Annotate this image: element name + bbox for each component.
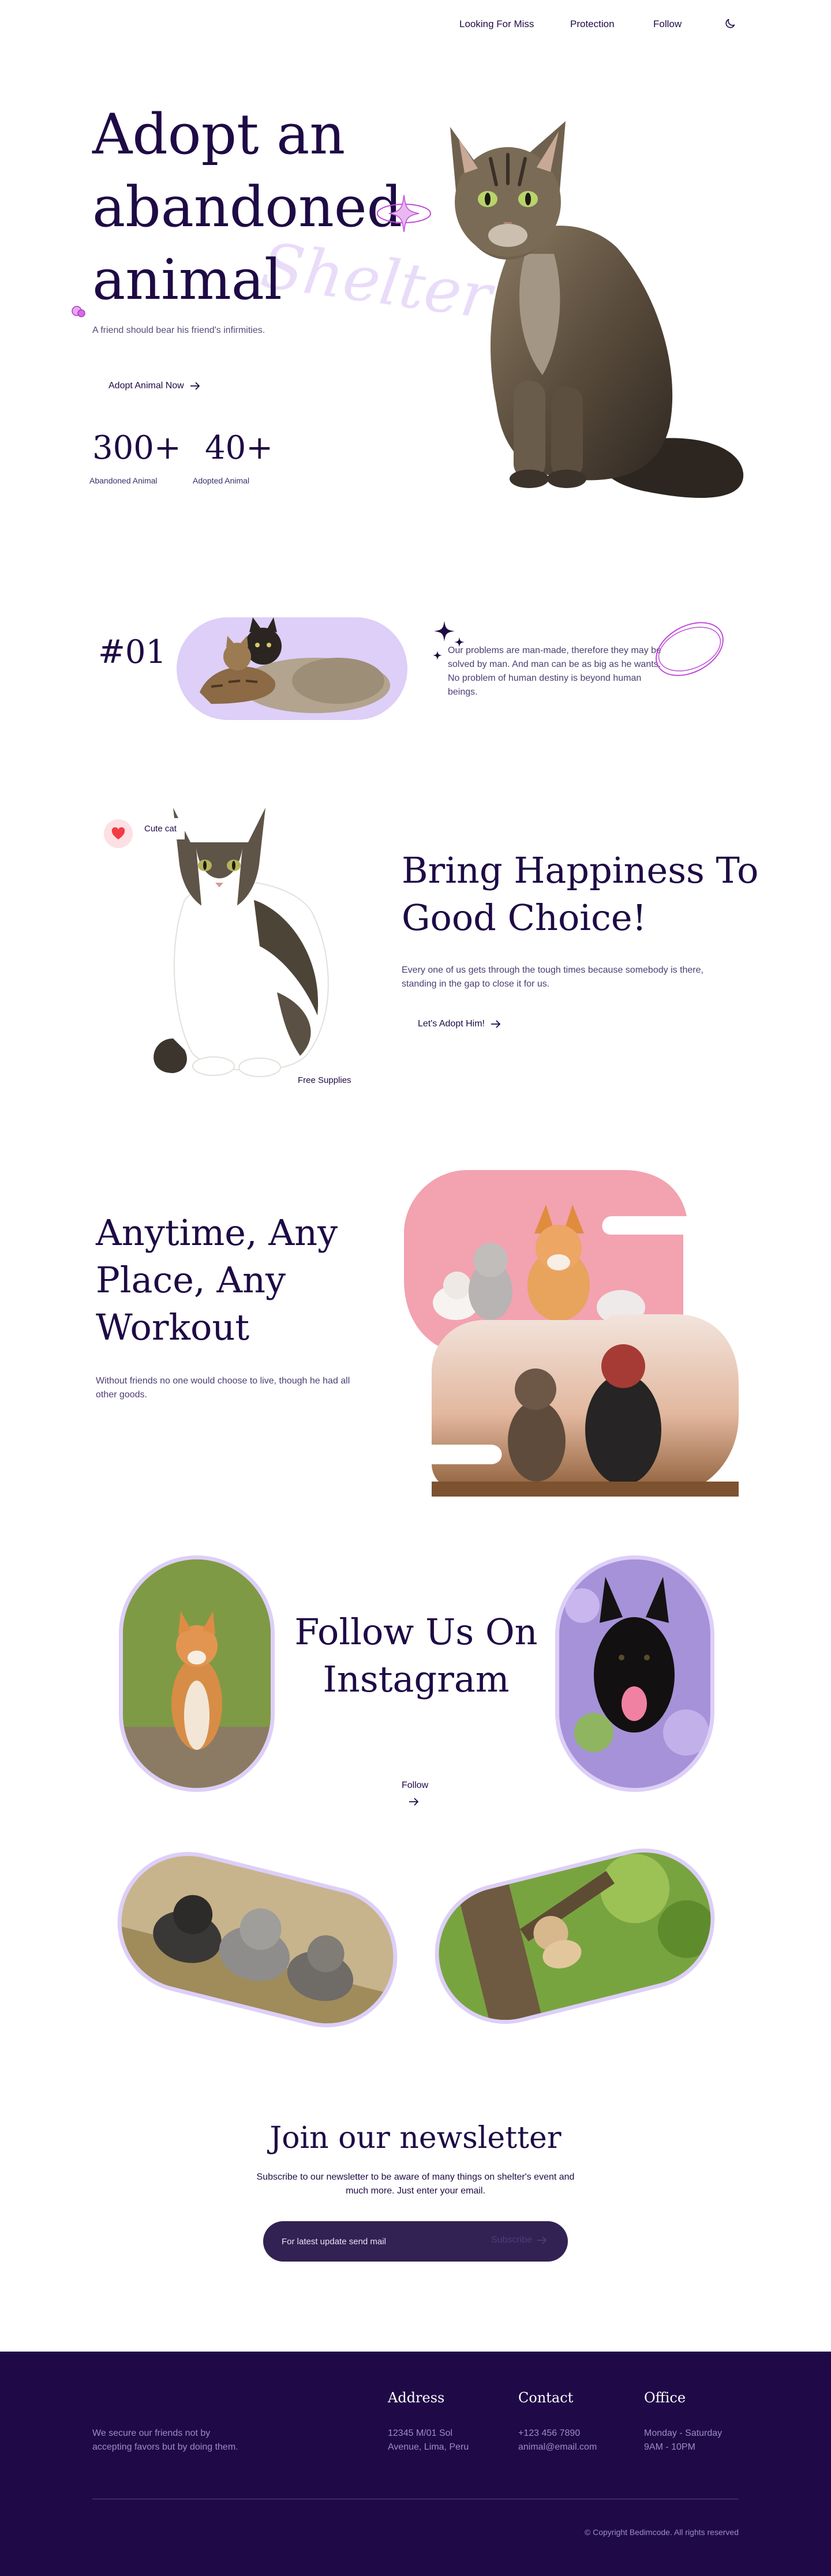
- ring-decoration-icon: [656, 622, 724, 676]
- nav-link-protection[interactable]: Protection: [570, 18, 615, 30]
- hero-title-line: animal: [92, 248, 282, 312]
- footer-contact-text: +123 456 7890 animal@email.com: [518, 2427, 597, 2454]
- instagram-corgi-image[interactable]: [119, 1555, 275, 1792]
- hero-title-line: Adopt an: [92, 102, 346, 167]
- footer-office-title: Office: [644, 2390, 686, 2406]
- footer-address-line: Avenue, Lima, Peru: [388, 2442, 469, 2452]
- free-supplies-tag: Free Supplies: [290, 1070, 360, 1091]
- adopt-him-button[interactable]: Let's Adopt Him!: [418, 1019, 501, 1029]
- heart-icon: [111, 827, 125, 839]
- cats-together-image: [177, 617, 407, 720]
- arrow-right-icon: [491, 1020, 501, 1028]
- instagram-kittens-image[interactable]: [102, 1837, 413, 2042]
- instagram-tree-cat-image[interactable]: [420, 1833, 730, 2039]
- hero-cat-image: [450, 121, 744, 498]
- newsletter-form: Subscribe: [263, 2221, 568, 2262]
- footer-address-text: 12345 M/01 Sol Avenue, Lima, Peru: [388, 2427, 469, 2454]
- footer-contact-title: Contact: [518, 2390, 574, 2406]
- follow-link[interactable]: Follow: [402, 1780, 428, 1791]
- arrow-right-icon[interactable]: [409, 1798, 419, 1806]
- happiness-text: Every one of us gets through the tough t…: [402, 965, 703, 989]
- adopt-him-label: Let's Adopt Him!: [418, 1019, 485, 1029]
- adopt-animal-label: Adopt Animal Now: [108, 381, 184, 391]
- section-one-text: Our problems are man-made, therefore the…: [448, 646, 661, 697]
- white-cat-image: [154, 808, 329, 1077]
- footer-address-line: 12345 M/01 Sol: [388, 2428, 453, 2438]
- instagram-dog-image[interactable]: [555, 1555, 714, 1792]
- subscribe-label: Subscribe: [491, 2235, 532, 2245]
- stat-adopted-value: 40+: [205, 429, 274, 467]
- chat-bubble-icon: [72, 306, 85, 317]
- workout-title: Anytime, Any Place, Any Workout: [96, 1212, 338, 1348]
- arrow-right-icon: [537, 2236, 547, 2244]
- stat-abandoned-value: 300+: [92, 429, 181, 467]
- footer-phone[interactable]: +123 456 7890: [518, 2427, 597, 2440]
- sparkle-ring-icon: [377, 194, 431, 233]
- workout-text: Without friends no one would choose to l…: [96, 1376, 350, 1400]
- nav-link-looking-for-miss[interactable]: Looking For Miss: [459, 18, 534, 30]
- footer-copyright: © Copyright Bedimcode. All rights reserv…: [584, 2528, 739, 2537]
- subscribe-button[interactable]: Subscribe: [491, 2235, 547, 2245]
- footer: We secure our friends not by accepting f…: [0, 2352, 831, 2576]
- happiness-title: Bring Happiness To Good Choice!: [402, 849, 759, 939]
- pets-collage-image: [404, 1170, 739, 1497]
- newsletter-title: Join our newsletter: [269, 2121, 562, 2155]
- hero-subtitle: A friend should bear his friend's infirm…: [92, 325, 265, 335]
- footer-about-text: We secure our friends not by accepting f…: [92, 2428, 238, 2452]
- footer-office-line: Monday - Saturday: [644, 2428, 723, 2438]
- nav-link-follow[interactable]: Follow: [653, 18, 682, 30]
- footer-address-title: Address: [388, 2390, 445, 2406]
- footer-email[interactable]: animal@email.com: [518, 2440, 597, 2454]
- section-number: #01: [98, 633, 167, 671]
- stat-adopted-label: Adopted Animal: [193, 476, 250, 485]
- footer-office-line: 9AM - 10PM: [644, 2442, 695, 2452]
- cute-cat-tag: Cute cat: [136, 818, 185, 839]
- favorite-badge[interactable]: [104, 819, 133, 848]
- footer-office-text: Monday - Saturday 9AM - 10PM: [644, 2427, 722, 2454]
- newsletter-text: Subscribe to our newsletter to be aware …: [256, 2172, 575, 2196]
- arrow-right-icon: [190, 382, 200, 390]
- stat-abandoned-label: Abandoned Animal: [89, 476, 158, 485]
- moon-icon[interactable]: [724, 17, 736, 30]
- adopt-animal-button[interactable]: Adopt Animal Now: [108, 381, 200, 391]
- newsletter-email-input[interactable]: [282, 2221, 472, 2262]
- instagram-title: Follow Us On Instagram: [294, 1611, 538, 1700]
